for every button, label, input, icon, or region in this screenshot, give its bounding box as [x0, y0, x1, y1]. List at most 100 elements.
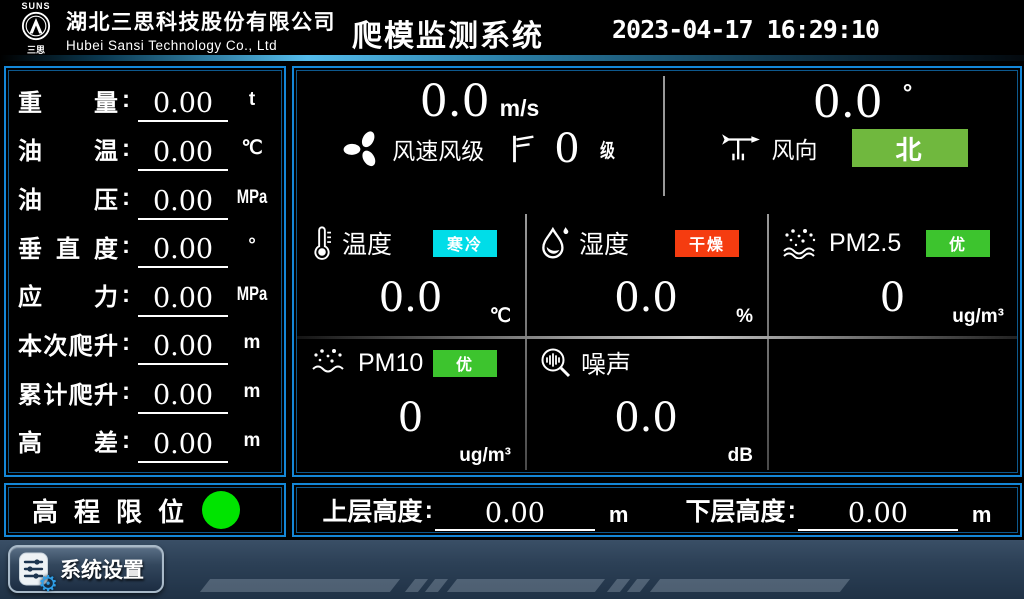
header-divider-bar — [0, 55, 1024, 61]
logo-emblem-icon — [21, 11, 51, 41]
measure-label: 油温 — [18, 131, 118, 166]
datetime-display: 2023-04-17 16:29:10 — [612, 15, 879, 44]
measure-value: 0.00 — [138, 186, 228, 220]
particles-icon — [310, 347, 350, 379]
colon: : — [425, 496, 433, 525]
footer-decor-stripe — [627, 579, 650, 592]
settings-button-label: 系统设置 — [60, 554, 144, 584]
system-settings-button[interactable]: ⚙ 系统设置 — [8, 545, 164, 593]
colon: : — [118, 184, 134, 212]
noise-label: 噪声 — [581, 345, 631, 381]
footer-decor-stripe — [425, 579, 448, 592]
elevation-limit-indicator — [202, 491, 240, 529]
measure-unit: MPa — [236, 284, 267, 306]
measure-row-total-climb: 累计爬升: 0.00 m — [18, 368, 272, 417]
noise-meter-icon — [539, 346, 573, 380]
company-name: 湖北三思科技股份有限公司 Hubei Sansi Technology Co.,… — [66, 6, 336, 53]
page-title: 爬模监测系统 — [352, 11, 544, 55]
pm25-label: PM2.5 — [829, 229, 901, 258]
lower-height-unit: m — [972, 502, 992, 528]
measurements-panel: 重量: 0.00 t 油温: 0.00 ℃ 油压: 0.00 MPa 垂直度: … — [4, 66, 286, 477]
wind-speed-block: 0.0m/s 风速风级 — [294, 68, 665, 212]
wind-section: 0.0m/s 风速风级 — [294, 68, 1020, 212]
lower-height-value: 0.00 — [798, 498, 958, 531]
temperature-status-badge: 寒冷 — [433, 230, 497, 257]
measure-row-weight: 重量: 0.00 t — [18, 76, 272, 125]
measure-unit: ° — [232, 235, 272, 257]
sliders-icon: ⚙ — [18, 551, 50, 587]
measure-label: 垂直度 — [18, 229, 118, 264]
temperature-value: 0.0 — [310, 278, 511, 318]
company-name-en: Hubei Sansi Technology Co., Ltd — [66, 38, 336, 53]
measure-row-oil-temp: 油温: 0.00 ℃ — [18, 125, 272, 174]
measure-unit: MPa — [236, 187, 267, 209]
measure-row-height-diff: 高差: 0.00 m — [18, 416, 272, 465]
upper-height-value: 0.00 — [435, 498, 595, 531]
cell-empty — [767, 334, 1018, 473]
measure-label: 本次爬升 — [18, 326, 118, 361]
upper-height-group: 上层高度: 0.00 m — [294, 492, 657, 528]
wind-direction-badge: 北 — [852, 129, 968, 167]
colon: : — [118, 329, 134, 357]
wind-level-flag-icon — [510, 132, 536, 166]
measure-label: 重量 — [18, 83, 118, 118]
wind-speed-label: 风速风级 — [392, 132, 484, 166]
humidity-label: 湿度 — [579, 225, 629, 261]
colon: : — [118, 232, 134, 260]
wind-level-value: 0 — [554, 129, 579, 169]
pm25-status-badge: 优 — [926, 230, 990, 257]
noise-value: 0.0 — [539, 398, 753, 438]
measure-value: 0.00 — [138, 429, 228, 463]
lower-height-group: 下层高度: 0.00 m — [657, 492, 1020, 528]
measure-unit: m — [232, 381, 272, 403]
wind-speed-value: 0.0 — [420, 76, 490, 127]
upper-height-label: 上层高度 — [323, 492, 423, 528]
colon: : — [118, 86, 134, 114]
measure-unit: t — [232, 89, 272, 111]
measure-unit: m — [232, 430, 272, 452]
measure-value: 0.00 — [138, 331, 228, 365]
logo-text-sansi: 三思 — [10, 46, 62, 55]
measure-label: 应力 — [18, 277, 118, 312]
fan-icon — [342, 128, 384, 170]
measure-label: 油压 — [18, 180, 118, 215]
cell-pm10: PM10 优 0 ug/m³ — [296, 334, 525, 473]
pm10-status-badge: 优 — [433, 350, 497, 377]
cell-pm25: PM2.5 优 0 ug/m³ — [767, 214, 1018, 334]
footer-decor-stripe — [607, 579, 630, 592]
company-logo: SUNS 三思 — [10, 2, 62, 55]
environment-panel: 0.0m/s 风速风级 — [292, 66, 1022, 477]
cell-temperature: 温度 寒冷 0.0 ℃ — [296, 214, 525, 334]
humidity-value: 0.0 — [539, 278, 753, 318]
footer-decor-stripe — [650, 579, 850, 592]
wind-level-unit: 级 — [600, 136, 615, 163]
measure-row-current-climb: 本次爬升: 0.00 m — [18, 319, 272, 368]
measure-value: 0.00 — [138, 283, 228, 317]
colon: : — [118, 378, 134, 406]
elevation-limit-label: 高程限位 — [32, 492, 200, 529]
colon: : — [118, 135, 134, 163]
footer-bar: ⚙ 系统设置 — [0, 540, 1024, 599]
footer-decor-stripe — [447, 579, 605, 592]
environment-grid: 温度 寒冷 0.0 ℃ 湿度 干燥 0.0 % — [296, 214, 1018, 473]
gear-icon: ⚙ — [38, 573, 58, 595]
humidity-status-badge: 干燥 — [675, 230, 739, 257]
cell-humidity: 湿度 干燥 0.0 % — [525, 214, 767, 334]
pm10-unit: ug/m³ — [459, 445, 511, 467]
measure-value: 0.00 — [138, 234, 228, 268]
wind-direction-unit: ° — [903, 80, 913, 107]
wind-direction-label: 风向 — [772, 131, 818, 165]
wind-direction-block: 0.0° 风向 北 — [665, 68, 1020, 212]
colon: : — [788, 496, 796, 525]
measure-value: 0.00 — [138, 380, 228, 414]
pm10-label: PM10 — [358, 349, 423, 378]
pm25-unit: ug/m³ — [952, 306, 1004, 328]
lower-height-label: 下层高度 — [686, 492, 786, 528]
colon: : — [118, 427, 134, 455]
droplet-icon — [539, 225, 571, 261]
wind-vane-icon — [718, 131, 764, 165]
company-name-cn: 湖北三思科技股份有限公司 — [66, 6, 336, 36]
temperature-label: 温度 — [342, 225, 392, 261]
measure-row-verticality: 垂直度: 0.00 ° — [18, 222, 272, 271]
measure-label: 高差 — [18, 423, 118, 458]
